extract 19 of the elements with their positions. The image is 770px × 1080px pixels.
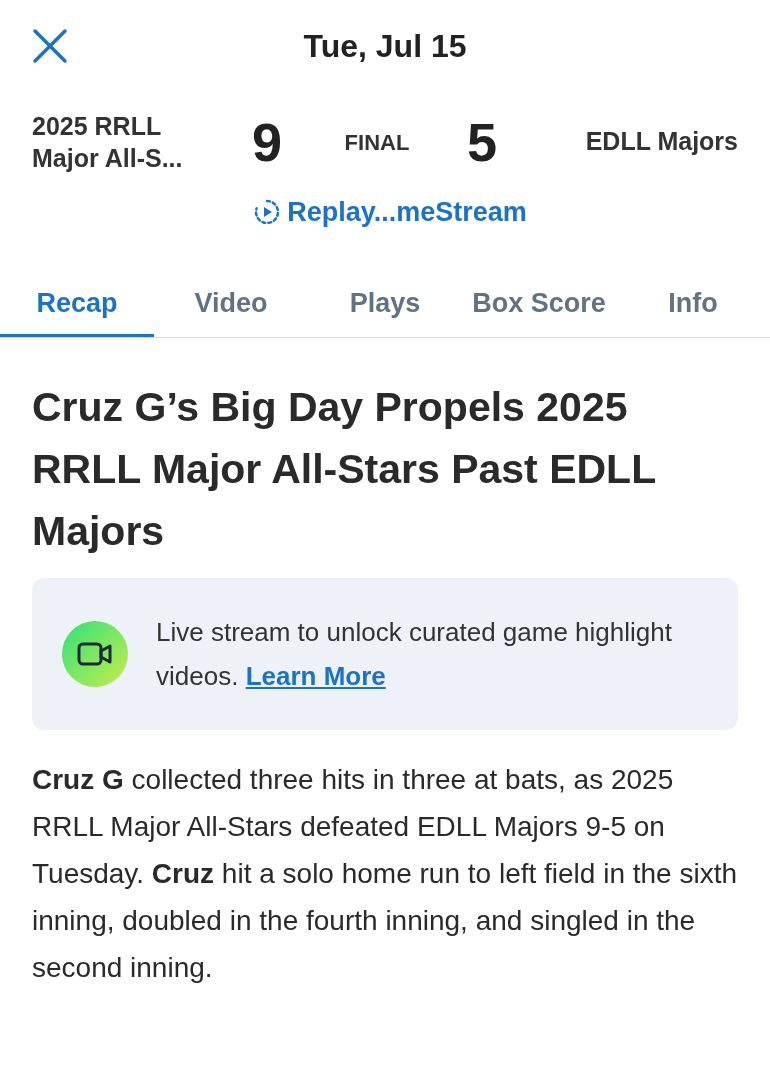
recap-paragraph: Cruz G collected three hits in three at bats, as 2025 RRLL Major All-Stars defeated EDLL Majors 9-5 on Tuesday. Cruz hit a solo home run to left field in the sixth inning, doubled in the fourth inning, and singled in the second inning.: [32, 763, 738, 985]
tab[interactable]: Box Score: [462, 272, 616, 337]
tab[interactable]: Video: [154, 272, 308, 337]
away-team-name: EDLL Majors: [585, 126, 738, 158]
learn-more-link[interactable]: Learn More: [245, 661, 386, 691]
tab[interactable]: Plays: [308, 272, 462, 337]
replay-icon: [253, 198, 282, 226]
banner-text: Live stream to unlock curated game highlight videos. Learn More: [156, 616, 673, 693]
away-score: 5: [465, 110, 498, 174]
header-title: Tue, Jul 15: [303, 27, 467, 66]
recap-headline: Cruz G’s Big Day Propels 2025 RRLL Major All-Stars Past EDLL Majors: [32, 383, 657, 556]
tab[interactable]: Info: [616, 272, 770, 337]
close-icon: [32, 28, 68, 64]
tab[interactable]: Recap: [0, 272, 154, 337]
close-button[interactable]: [30, 26, 70, 66]
replay-link[interactable]: Replay...meStream: [253, 191, 527, 233]
home-team-name: 2025 RRLL Major All-S...: [32, 110, 184, 174]
home-score: 9: [250, 110, 283, 174]
game-status: FINAL: [343, 128, 411, 157]
